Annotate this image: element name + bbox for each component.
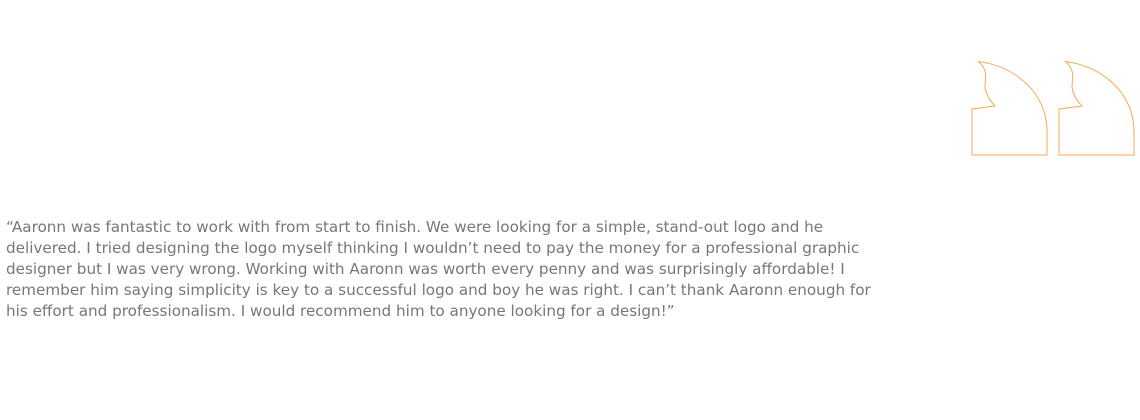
closing-quotation-mark-icon: [969, 59, 1137, 158]
testimonial-section: “Aaronn was fantastic to work with from …: [0, 0, 1140, 420]
testimonial-quote: “Aaronn was fantastic to work with from …: [6, 218, 871, 320]
